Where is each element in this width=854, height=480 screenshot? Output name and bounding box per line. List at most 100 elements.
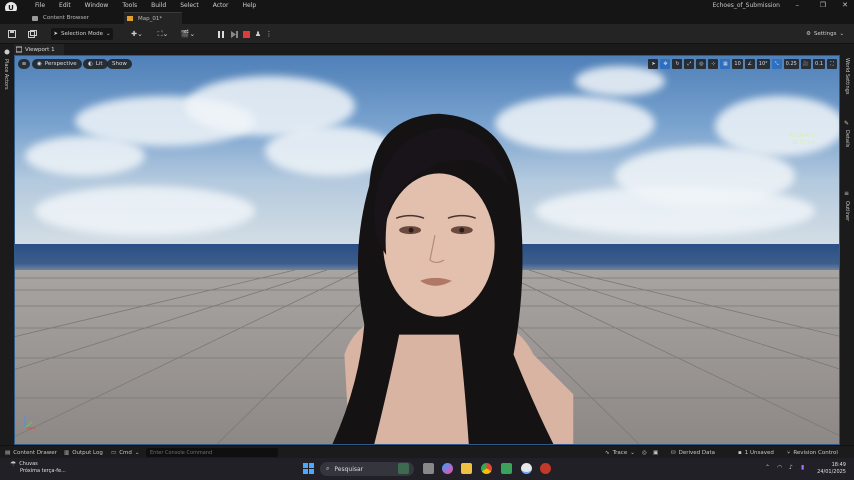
selection-mode-label: Selection Mode [60,31,104,37]
unreal-engine-taskbar-icon[interactable] [521,463,532,474]
scale-snap-value[interactable]: 0.25 [783,59,799,69]
weather-title: Chuvas [19,461,38,467]
outliner-tab[interactable]: Outliner [844,201,850,221]
viewport-tab-bar: Viewport 1 [14,44,840,55]
camera-speed-value[interactable]: 0.1 [813,59,825,69]
stop-icon[interactable] [241,28,251,40]
level-icon [127,16,133,21]
settings-button[interactable]: ⚙ Settings ⌄ [802,28,848,40]
log-icon: ▥ [64,449,70,456]
tab-content-browser[interactable]: Content Browser [30,12,122,24]
place-actors-icon[interactable] [4,49,10,55]
save-icon[interactable] [6,28,18,40]
file-explorer-icon[interactable] [461,463,472,474]
tab-map[interactable]: Map_01* [124,12,182,24]
menu-select[interactable]: Select [173,0,206,11]
weather-widget[interactable]: ☂ Chuvas Próxima terça-fe... [10,461,66,475]
scale-tool-icon[interactable]: ⤢ [684,59,695,69]
minimize-button[interactable]: – [796,1,800,9]
menu-window[interactable]: Window [78,0,116,11]
volume-icon[interactable]: ♪ [789,464,793,471]
lit-button[interactable]: ◐ Lit [83,59,108,69]
folder-icon [32,15,38,21]
menu-file[interactable]: File [28,0,52,11]
viewport-menu-icon[interactable]: ≡ [18,59,30,69]
weather-subtitle: Próxima terça-fe... [20,468,66,474]
rotate-tool-icon[interactable]: ↻ [672,59,683,69]
blueprint-icon[interactable]: ⛶⌄ [154,28,172,40]
revision-control-label: Revision Control [793,449,838,456]
maximize-viewport-icon[interactable]: ⛶ [827,59,837,69]
cinematics-icon[interactable]: 🎬⌄ [179,28,197,40]
system-clock[interactable]: 18:49 24/01/2025 [817,462,846,476]
clock-date: 24/01/2025 [817,469,846,475]
chevron-down-icon: ⌄ [630,449,635,456]
angle-snap-value[interactable]: 10° [756,59,770,69]
menu-actor[interactable]: Actor [206,0,236,11]
task-view-icon[interactable] [423,463,434,474]
chevron-down-icon: ⌄ [839,31,845,37]
search-icon: ⌕ [326,465,330,472]
menu-edit[interactable]: Edit [52,0,78,11]
move-tool-icon[interactable]: ✥ [660,59,671,69]
content-icon[interactable] [26,28,38,40]
surface-snap-icon[interactable]: ⊹ [708,59,719,69]
branch-icon: ⑂ [787,449,791,456]
skip-frame-icon[interactable] [229,28,239,40]
app-icon[interactable] [501,463,512,474]
maximize-button[interactable]: ❐ [820,1,826,9]
add-actor-icon[interactable]: ✚⌄ [128,28,146,40]
main-toolbar: ➤ Selection Mode ⌄ ✚⌄ ⛶⌄ 🎬⌄ ♟ ⋮ ⚙ Settin… [0,24,854,44]
gear-icon: ⚙ [805,31,811,37]
copilot-icon[interactable] [442,463,453,474]
console-command-input[interactable]: Enter Console Command [146,448,278,457]
search-label: Pesquisar [334,465,364,473]
bottom-status-bar: ▤ Content Drawer ▥ Output Log ▭ Cmd ⌄ En… [0,445,854,458]
perspective-icon: ◉ [37,61,42,67]
close-button[interactable]: ✕ [842,1,848,9]
tab-label: Content Browser [43,15,89,21]
viewport-tab-label: Viewport 1 [25,46,55,53]
menu-help[interactable]: Help [236,0,264,11]
fps-value: 60.36 FPS [790,133,815,139]
windows-start-icon[interactable] [303,463,314,474]
main-menu: File Edit Window Tools Build Select Acto… [28,0,263,11]
selection-mode-dropdown[interactable]: ➤ Selection Mode ⌄ [51,28,113,40]
camera-speed-icon[interactable]: 🎥 [800,59,812,69]
chevron-down-icon: ⌄ [134,449,140,456]
world-local-icon[interactable]: ◎ [696,59,707,69]
pause-icon[interactable] [216,28,226,40]
angle-snap-icon[interactable]: ∠ [744,59,755,69]
grid-snap-value[interactable]: 10 [732,59,743,69]
eject-icon[interactable]: ♟ [253,28,263,40]
save-status-icon: ▪ [738,449,742,456]
show-button[interactable]: Show [107,59,132,69]
more-options-icon[interactable]: ⋮ [266,28,273,40]
perspective-button[interactable]: ◉ Perspective [32,59,82,69]
twitch-icon[interactable]: ▮ [801,464,804,471]
perspective-label: Perspective [44,61,77,67]
chrome-icon[interactable] [481,463,492,474]
wifi-icon[interactable]: ◠ [777,464,782,471]
details-tab[interactable]: Details [844,130,850,147]
project-name: Echoes_of_Submission [712,2,781,9]
grid-snap-icon[interactable]: ▦ [720,59,731,69]
viewport-icon [15,46,23,53]
menu-tools[interactable]: Tools [115,0,144,11]
pencil-icon: ✎ [844,120,850,127]
right-panel-strip: World Settings ✎ Details ≡ Outliner [840,44,854,445]
scale-snap-icon[interactable]: ⤡ [771,59,782,69]
output-log-label: Output Log [72,449,103,456]
document-tabs: Content Browser Map_01* [0,11,854,24]
lit-label: Lit [95,61,103,67]
select-tool-icon[interactable]: ➤ [648,59,659,69]
recorder-icon[interactable] [540,463,551,474]
level-viewport[interactable]: ≡ ◉ Perspective ◐ Lit Show ➤ ✥ ↻ ⤢ ◎ ⊹ ▦… [14,55,840,445]
world-settings-tab[interactable]: World Settings [844,58,850,94]
tray-chevron-icon[interactable]: ⌃ [765,464,770,471]
menu-build[interactable]: Build [144,0,173,11]
place-actors-tab[interactable]: Place Actors [3,59,9,90]
widgets-icon[interactable] [398,463,409,474]
character-model[interactable] [15,56,839,444]
tab-label: Map_01* [138,15,163,22]
